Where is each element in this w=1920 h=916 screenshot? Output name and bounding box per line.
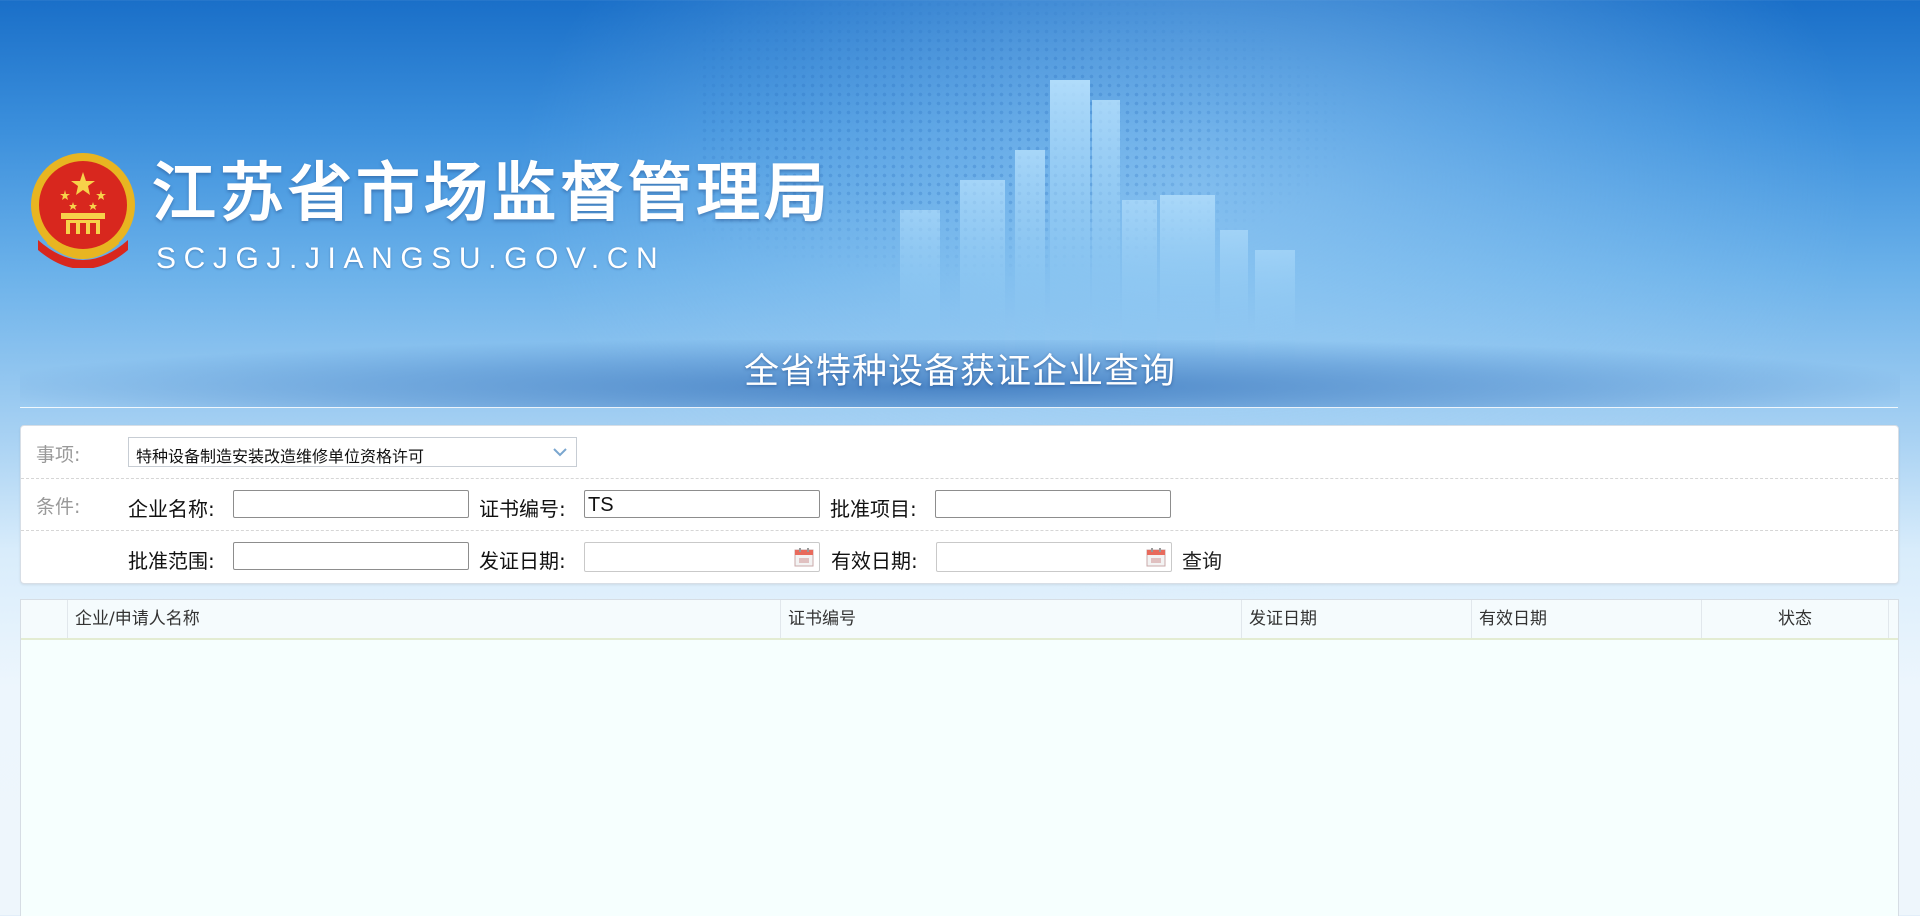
city-skyline-decoration (900, 80, 1295, 360)
company-name-label: 企业名称: (128, 497, 215, 521)
matter-select[interactable]: 特种设备制造安装改造维修单位资格许可 (128, 437, 577, 467)
approved-scope-label: 批准范围: (128, 549, 215, 573)
matter-select-value: 特种设备制造安装改造维修单位资格许可 (136, 447, 425, 466)
column-header-cert-no[interactable]: 证书编号 (781, 600, 1242, 638)
condition-row-2: 批准范围: 发证日期: 有效日期: 查询 (21, 530, 1898, 582)
condition-label: 条件: (36, 496, 81, 518)
issue-date-label: 发证日期: (479, 549, 566, 573)
grid-body (21, 640, 1898, 916)
national-emblem-icon (31, 153, 135, 268)
calendar-icon[interactable] (794, 547, 814, 567)
site-domain: SCJGJ.JIANGSU.GOV.CN (156, 242, 666, 275)
query-button[interactable]: 查询 (1182, 545, 1222, 574)
site-name: 江苏省市场监督管理局 (152, 157, 832, 231)
chevron-down-icon (553, 448, 567, 457)
page-title: 全省特种设备获证企业查询 (743, 352, 1176, 392)
approved-item-label: 批准项目: (830, 497, 917, 521)
approved-scope-input[interactable] (233, 542, 469, 570)
results-grid: 企业/申请人名称 证书编号 发证日期 有效日期 状态 (20, 599, 1899, 916)
condition-row-1: 条件: 企业名称: 证书编号: TS 批准项目: (21, 478, 1898, 531)
column-header-issue-date[interactable]: 发证日期 (1242, 600, 1472, 638)
matter-label: 事项: (36, 444, 81, 466)
column-header-valid-date[interactable]: 有效日期 (1472, 600, 1702, 638)
column-header-status[interactable]: 状态 (1702, 600, 1889, 638)
divider (20, 407, 1898, 408)
approved-item-input[interactable] (935, 490, 1171, 518)
matter-row: 事项: 特种设备制造安装改造维修单位资格许可 (21, 426, 1898, 479)
valid-date-input[interactable] (936, 542, 1172, 572)
issue-date-input[interactable] (584, 542, 820, 572)
calendar-icon[interactable] (1146, 547, 1166, 567)
column-header-company-name[interactable]: 企业/申请人名称 (68, 600, 781, 638)
cert-no-input[interactable]: TS (584, 490, 820, 518)
company-name-input[interactable] (233, 490, 469, 518)
cert-no-label: 证书编号: (479, 497, 566, 521)
grid-header: 企业/申请人名称 证书编号 发证日期 有效日期 状态 (21, 600, 1898, 640)
column-header-rownum (21, 600, 68, 638)
valid-date-label: 有效日期: (831, 549, 918, 573)
search-panel: 事项: 特种设备制造安装改造维修单位资格许可 条件: 企业名称: 证书编号: T… (20, 425, 1899, 584)
